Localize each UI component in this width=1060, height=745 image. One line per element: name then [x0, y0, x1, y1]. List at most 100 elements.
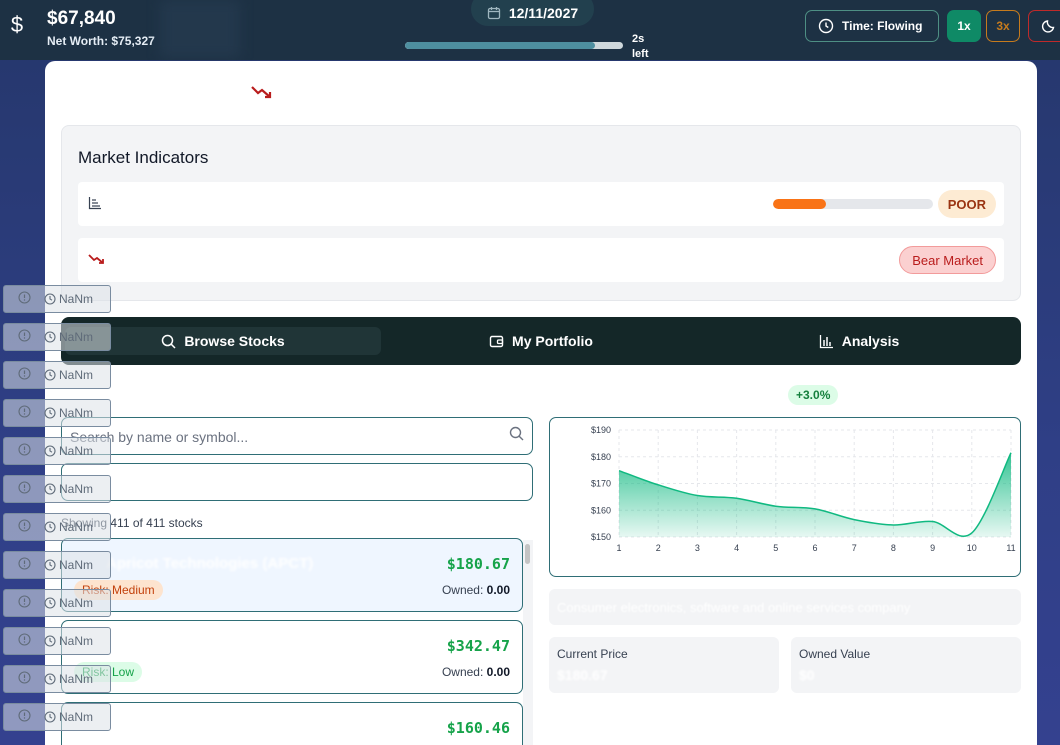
speed-1x-button[interactable]: 1x — [947, 10, 981, 42]
x-tick-label: 2 — [656, 543, 661, 553]
list-scrollbar-thumb[interactable] — [525, 544, 530, 564]
clock-icon — [44, 293, 56, 305]
tab-label: My Portfolio — [512, 333, 593, 349]
stock-card[interactable]: Apricot Technologies (APCT) $180.67 Risk… — [61, 538, 523, 612]
ghost-label: NaNm — [59, 596, 94, 610]
time-mode-button[interactable]: Time: Flowing — [805, 10, 939, 42]
ghost-row: NaNm — [3, 627, 111, 655]
clock-icon — [44, 673, 56, 685]
clock-icon — [44, 369, 56, 381]
y-tick-label: $160 — [591, 505, 611, 515]
ghost-row: NaNm — [3, 513, 111, 541]
info-icon — [4, 291, 44, 307]
x-tick-label: 9 — [930, 543, 935, 553]
market-health-fill — [773, 199, 826, 209]
stat-label: Owned Value — [799, 647, 871, 661]
ghost-label: NaNm — [59, 558, 94, 572]
list-scrollbar[interactable] — [523, 540, 533, 745]
company-description: Consumer electronics, software and onlin… — [549, 589, 1021, 625]
ghost-label: NaNm — [59, 444, 94, 458]
ghost-row: NaNm — [3, 361, 111, 389]
trending-down-icon — [250, 84, 274, 105]
stock-card[interactable]: $160.46 — [61, 702, 523, 745]
main-tabs: Browse Stocks My Portfolio Analysis — [61, 317, 1021, 365]
stat-value: $180.67 — [557, 667, 608, 683]
info-icon — [4, 367, 44, 383]
x-tick-label: 4 — [734, 543, 739, 553]
market-indicators-title: Market Indicators — [78, 148, 209, 167]
info-icon — [4, 671, 44, 687]
info-icon — [4, 633, 44, 649]
price-chart-panel: $150 $160 $170 $180 $190 1 2 3 4 5 6 7 8 9 10 11 — [549, 417, 1021, 577]
stock-price: $342.47 — [446, 637, 510, 655]
sector-filter-select[interactable] — [61, 463, 533, 501]
tab-browse-stocks[interactable]: Browse Stocks — [65, 327, 381, 355]
clock-icon — [44, 407, 56, 419]
market-trend-badge: Bear Market — [899, 246, 996, 274]
ghost-label: NaNm — [59, 368, 94, 382]
stat-value: $0 — [799, 667, 815, 683]
ghost-label: NaNm — [59, 330, 94, 344]
info-icon — [4, 595, 44, 611]
top-bar: $ $67,840 Net Worth: $75,327 12/11/2027 … — [0, 0, 1060, 60]
ghost-label: NaNm — [59, 482, 94, 496]
ghost-row: NaNm — [3, 323, 111, 351]
market-health-badge: POOR — [937, 190, 996, 218]
ghost-row: NaNm — [3, 437, 111, 465]
x-tick-label: 1 — [616, 543, 621, 553]
y-tick-label: $180 — [591, 452, 611, 462]
y-tick-label: $170 — [591, 479, 611, 489]
time-left: 2s left — [632, 33, 649, 60]
ghost-row: NaNm — [3, 665, 111, 693]
info-icon — [4, 405, 44, 421]
owned-amount: Owned: 0.00 — [441, 665, 510, 679]
cash-balance: $67,840 — [47, 8, 116, 29]
market-health-bar — [773, 199, 933, 209]
tab-my-portfolio[interactable]: My Portfolio — [381, 327, 701, 355]
stock-price: $180.67 — [446, 555, 510, 573]
ghost-row: NaNm — [3, 285, 111, 313]
info-icon — [4, 557, 44, 573]
clock-icon — [44, 521, 56, 533]
blur-overlay — [160, 0, 240, 58]
clock-icon — [44, 331, 56, 343]
ghost-row: NaNm — [3, 589, 111, 617]
price-history-chart: $150 $160 $170 $180 $190 1 2 3 4 5 6 7 8 9 10 11 — [591, 425, 1016, 553]
y-tick-label: $190 — [591, 425, 611, 435]
bar-chart-icon — [819, 334, 833, 348]
moon-icon — [1041, 20, 1054, 33]
info-icon — [4, 519, 44, 535]
stock-price: $160.46 — [446, 719, 510, 737]
calendar-icon — [487, 7, 500, 20]
info-icon — [4, 481, 44, 497]
trending-down-icon — [88, 252, 106, 269]
x-tick-label: 10 — [967, 543, 977, 553]
ghost-label: NaNm — [59, 520, 94, 534]
x-tick-label: 6 — [812, 543, 817, 553]
ghost-label: NaNm — [59, 292, 94, 306]
stock-card[interactable]: $342.47 Risk: Low Owned: 0.00 — [61, 620, 523, 694]
price-change-badge: +3.0% — [788, 385, 839, 405]
search-input[interactable]: Search by name or symbol... — [61, 417, 533, 455]
theme-toggle-button[interactable] — [1028, 10, 1060, 42]
time-mode-label: Time: Flowing — [842, 19, 923, 33]
y-tick-label: $150 — [591, 532, 611, 542]
description-text: Consumer electronics, software and onlin… — [557, 600, 911, 615]
current-price-stat: Current Price $180.67 — [549, 637, 779, 693]
x-tick-label: 3 — [695, 543, 700, 553]
tab-analysis[interactable]: Analysis — [701, 327, 1017, 355]
ghost-label: NaNm — [59, 672, 94, 686]
market-health-row: POOR — [78, 182, 1004, 226]
clock-icon — [44, 445, 56, 457]
x-tick-label: 8 — [891, 543, 896, 553]
day-progress-fill — [405, 42, 595, 49]
stat-label: Current Price — [557, 647, 628, 661]
search-icon — [162, 334, 176, 349]
market-trend-row: Bear Market — [78, 238, 1004, 282]
ghost-label: NaNm — [59, 710, 94, 724]
tab-label: Browse Stocks — [184, 333, 285, 349]
speed-3x-button[interactable]: 3x — [986, 10, 1020, 42]
clock-icon — [818, 18, 834, 34]
ghost-label: NaNm — [59, 406, 94, 420]
clock-icon — [44, 559, 56, 571]
